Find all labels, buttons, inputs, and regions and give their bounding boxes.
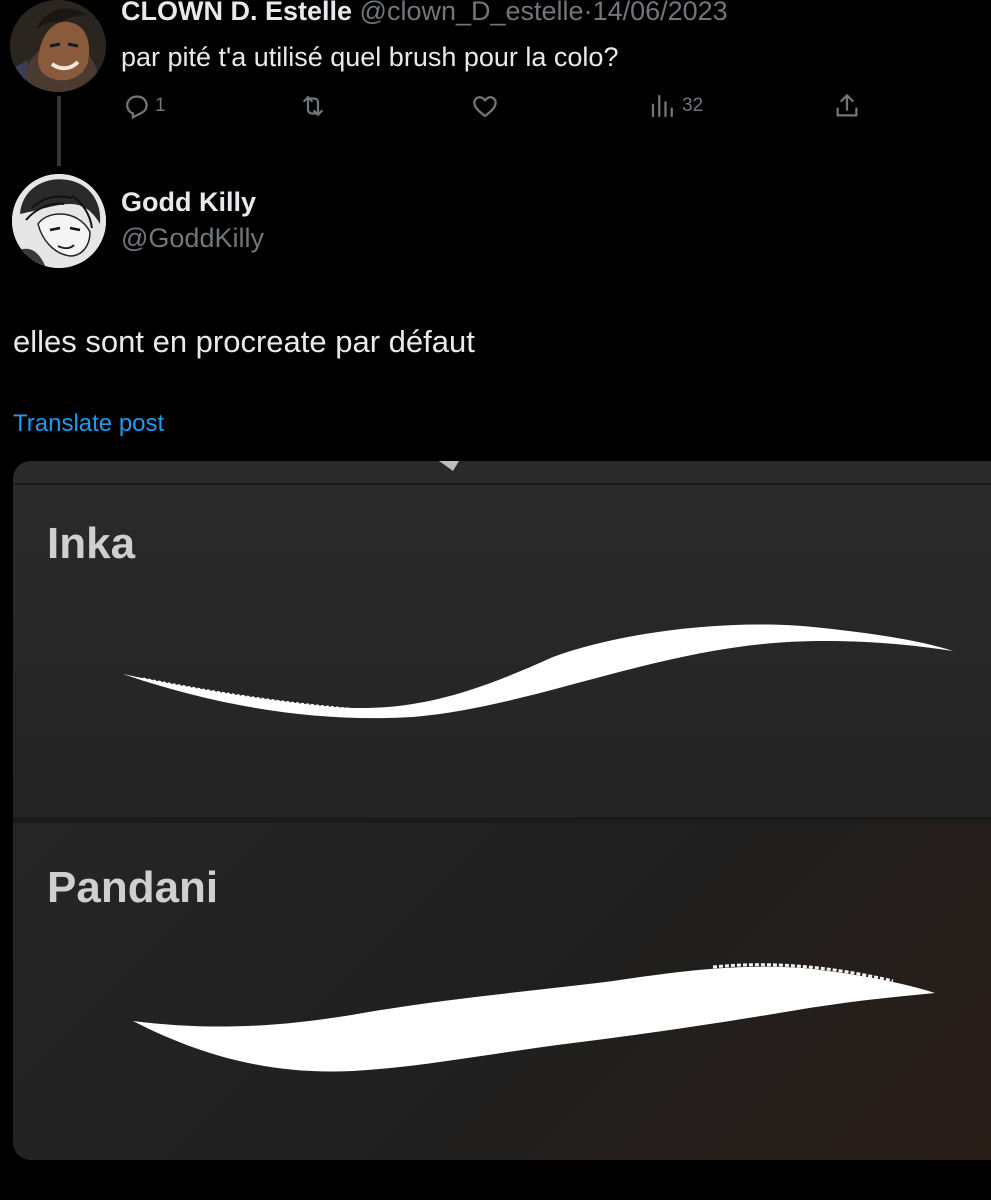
retweet-button[interactable]	[298, 90, 332, 122]
reply-avatar-illustration	[12, 174, 106, 268]
reply-avatar[interactable]	[12, 174, 106, 268]
share-button[interactable]	[832, 90, 862, 122]
parent-tweet-header: CLOWN D. Estelle @clown_D_estelle·14/06/…	[121, 0, 728, 28]
parent-handle[interactable]: @clown_D_estelle	[360, 0, 584, 26]
parent-avatar-illustration	[10, 0, 106, 92]
reply-button[interactable]: 1	[121, 90, 166, 122]
thread-connector-line	[57, 96, 61, 166]
retweet-icon	[298, 91, 328, 121]
attached-image[interactable]: Inka Pandani	[13, 461, 991, 1160]
translate-post-link[interactable]: Translate post	[13, 409, 164, 439]
like-button[interactable]	[470, 90, 504, 122]
parent-tweet-text: par pité t'a utilisé quel brush pour la …	[121, 42, 619, 72]
parent-separator: ·	[583, 0, 593, 26]
inka-stroke	[123, 624, 953, 719]
parent-avatar[interactable]	[10, 0, 106, 92]
reply-display-name[interactable]: Godd Killy	[121, 186, 256, 218]
reply-count: 1	[155, 95, 166, 116]
pandani-stroke	[133, 966, 935, 1072]
stray-mark	[439, 461, 459, 471]
reply-icon	[121, 91, 151, 121]
parent-date[interactable]: 14/06/2023	[593, 0, 728, 26]
reply-handle[interactable]: @GoddKilly	[121, 222, 264, 254]
parent-display-name[interactable]: CLOWN D. Estelle	[121, 0, 352, 26]
views-icon	[648, 91, 678, 121]
reply-tweet-text: elles sont en procreate par défaut	[13, 324, 475, 359]
views-count: 32	[682, 95, 704, 116]
like-icon	[470, 91, 500, 121]
brush-strokes	[123, 461, 953, 1072]
views-button[interactable]: 32	[648, 90, 703, 122]
share-icon	[832, 91, 862, 121]
